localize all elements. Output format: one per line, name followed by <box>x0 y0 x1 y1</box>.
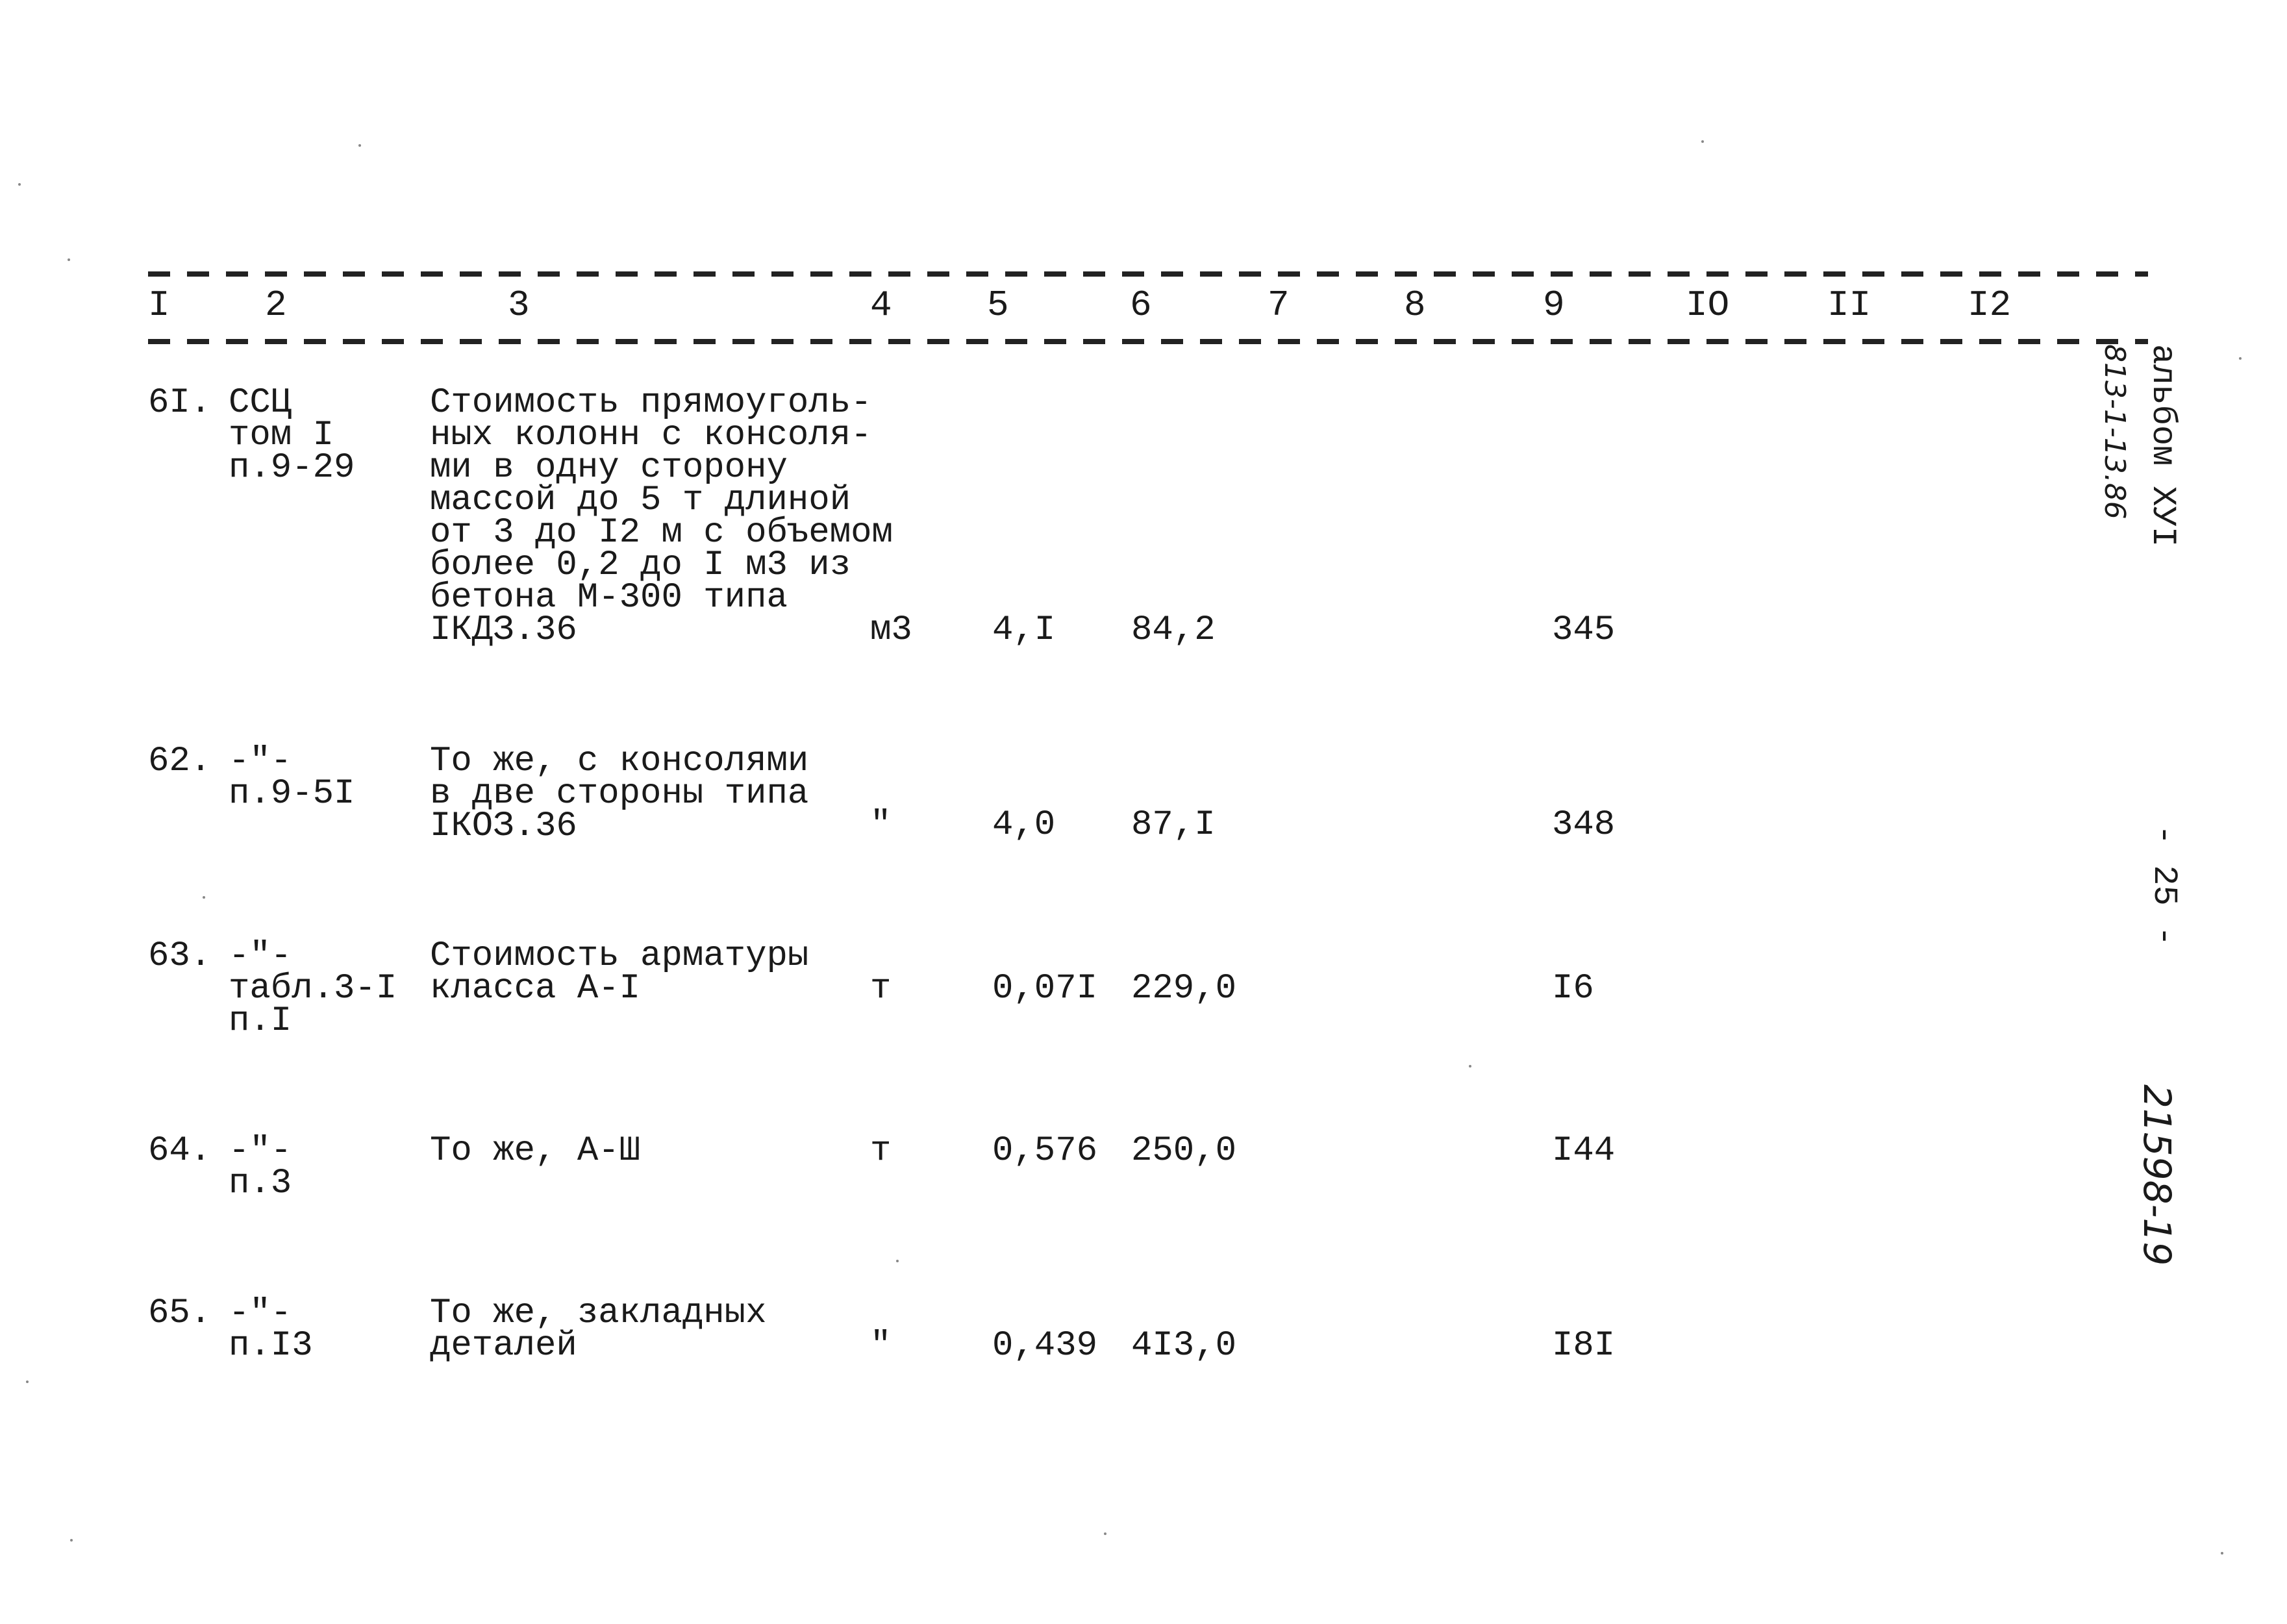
row-total: 345 <box>1552 610 1616 650</box>
row-reference: -"- п.I3 <box>229 1293 313 1366</box>
document-code-handwritten: 21598-19 <box>2135 1084 2179 1266</box>
column-header-8: 8 <box>1404 284 1426 326</box>
column-header-4: 4 <box>870 284 892 326</box>
row-unit: т <box>870 1131 892 1171</box>
scan-speck <box>68 258 70 261</box>
header-top-dashed-rule <box>148 271 2148 277</box>
page-number: - 25 - <box>2145 825 2183 947</box>
header-bottom-dashed-rule <box>148 339 2148 344</box>
row-description: Стоимость прямоуголь- ных колонн с консо… <box>430 383 893 650</box>
row-description: То же, А-Ш <box>430 1131 641 1171</box>
row-quantity: 4,0 <box>992 805 1056 845</box>
row-quantity: 4,I <box>992 610 1056 650</box>
column-header-6: 6 <box>1130 284 1152 326</box>
scan-speck <box>1701 140 1704 143</box>
row-quantity: 0,439 <box>992 1326 1098 1366</box>
row-unit: " <box>870 805 892 845</box>
row-reference: -"- п.3 <box>229 1131 292 1203</box>
column-header-10: IO <box>1686 284 1730 326</box>
row-description: То же, с консолями в две стороны типа IК… <box>430 742 809 846</box>
scan-speck <box>1104 1532 1106 1535</box>
scan-speck <box>70 1539 73 1542</box>
column-header-2: 2 <box>265 284 287 326</box>
row-unit-price: 87,I <box>1131 805 1216 845</box>
row-unit: " <box>870 1326 892 1366</box>
row-quantity: 0,576 <box>992 1131 1098 1171</box>
row-unit-price: 229,0 <box>1131 969 1237 1008</box>
row-total: I8I <box>1552 1326 1616 1366</box>
column-header-3: 3 <box>508 284 530 326</box>
row-description: То же, закладных деталей <box>430 1293 767 1366</box>
row-number: 63. <box>148 936 212 976</box>
row-quantity: 0,07I <box>992 969 1098 1008</box>
row-total: I44 <box>1552 1131 1616 1171</box>
row-total: 348 <box>1552 805 1616 845</box>
column-header-9: 9 <box>1543 284 1565 326</box>
row-unit-price: 4I3,0 <box>1131 1326 1237 1366</box>
column-header-12: I2 <box>1968 284 2012 326</box>
scan-speck <box>18 183 21 186</box>
row-unit: м3 <box>870 610 912 650</box>
row-reference: -"- п.9-5I <box>229 742 355 814</box>
scan-speck <box>1469 1065 1471 1068</box>
scan-speck <box>26 1380 29 1383</box>
column-header-7: 7 <box>1268 284 1290 326</box>
row-description: Стоимость арматуры класса А-I <box>430 936 809 1008</box>
row-reference: -"- табл.3-I п.I <box>229 936 397 1041</box>
column-header-1: I <box>148 284 170 326</box>
scan-speck <box>2239 357 2242 360</box>
album-code-handwritten: 813-1-13.86 <box>2098 344 2131 519</box>
scan-speck <box>896 1260 899 1262</box>
row-number: 62. <box>148 742 212 781</box>
scan-speck <box>203 896 205 899</box>
row-total: I6 <box>1552 969 1594 1008</box>
album-label: альбом ХУI <box>2143 344 2182 547</box>
column-header-11: II <box>1827 284 1871 326</box>
column-header-5: 5 <box>987 284 1009 326</box>
scan-speck <box>358 144 361 147</box>
row-unit: т <box>870 969 892 1008</box>
row-number: 65. <box>148 1293 212 1333</box>
row-number: 64. <box>148 1131 212 1171</box>
row-number: 6I. <box>148 383 212 423</box>
scanned-document-page: I 2 3 4 5 6 7 8 9 IO II I2 6I. ССЦ том I… <box>0 0 2287 1624</box>
row-unit-price: 84,2 <box>1131 610 1216 650</box>
scan-speck <box>2221 1552 2223 1555</box>
row-unit-price: 250,0 <box>1131 1131 1237 1171</box>
row-reference: ССЦ том I п.9-29 <box>229 383 355 488</box>
